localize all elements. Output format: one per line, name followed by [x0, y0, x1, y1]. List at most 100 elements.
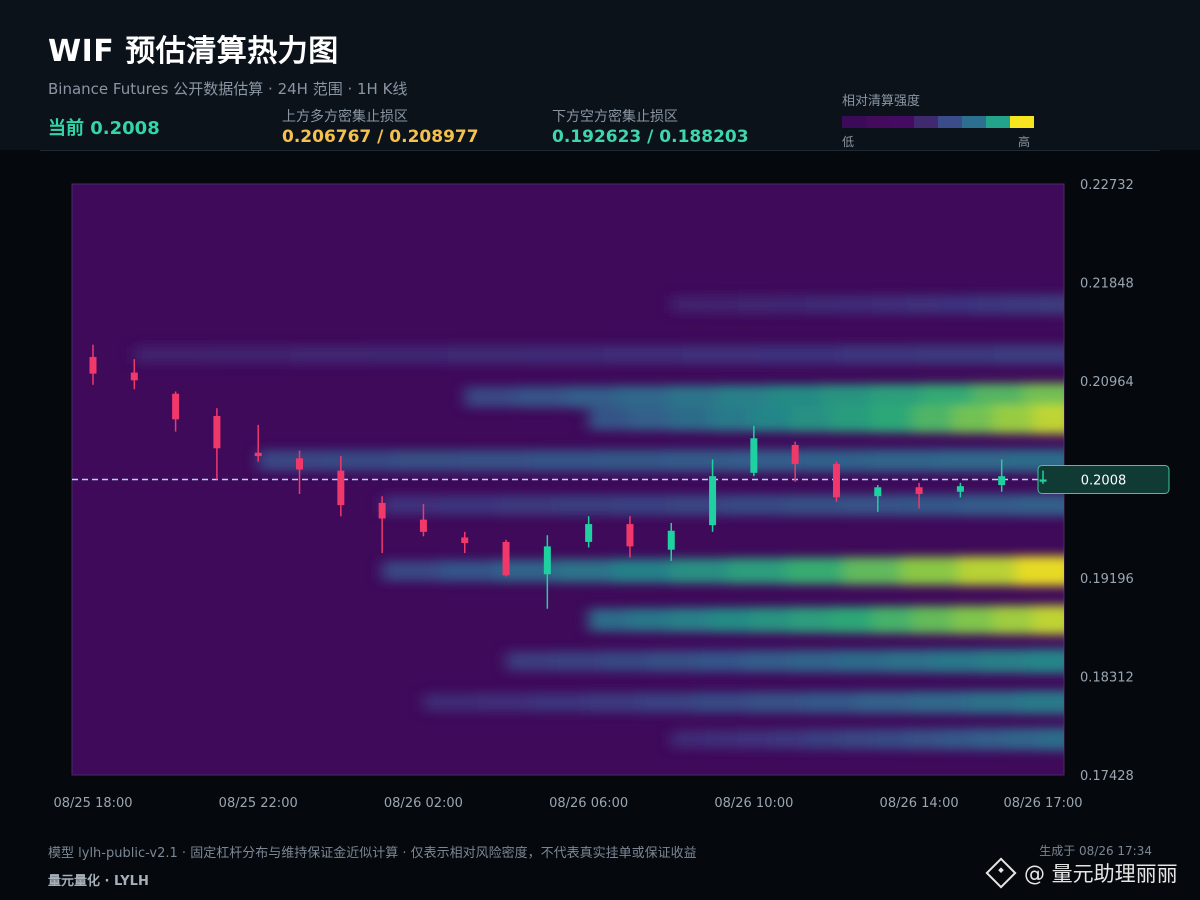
- heat-cell: [447, 345, 527, 365]
- footer-note: 模型 lylh-public-v2.1 · 固定杠杆分布与维持保证金近似计算 ·…: [48, 846, 697, 861]
- diamond-logo-icon: [985, 857, 1017, 889]
- current-price-tag-text: 0.2008: [1081, 474, 1127, 489]
- colorbar-swatch: [938, 116, 962, 128]
- heat-cell: [939, 728, 975, 751]
- heat-cell: [588, 408, 631, 431]
- y-tick-label: 0.19196: [1080, 572, 1134, 587]
- heat-cell: [667, 385, 720, 409]
- candle-body: [874, 487, 882, 497]
- x-tick-label: 08/26 02:00: [384, 796, 463, 811]
- heat-cell: [709, 407, 752, 432]
- heat-cell: [973, 728, 1008, 751]
- heat-cell: [993, 605, 1035, 635]
- heat-cell: [640, 692, 696, 713]
- heat-cell: [843, 557, 903, 585]
- header-divider: [40, 150, 1160, 151]
- heat-cell: [670, 558, 730, 584]
- heat-cell: [805, 295, 841, 314]
- colorbar-swatch: [986, 116, 1010, 128]
- heat-cell: [785, 494, 845, 516]
- heat-cell: [771, 295, 807, 314]
- heat-cell: [870, 449, 940, 472]
- heat-cell: [670, 494, 730, 516]
- heat-cell: [506, 651, 555, 672]
- heat-cell: [525, 345, 606, 365]
- heat-cell: [1033, 404, 1064, 434]
- heat-cell: [939, 294, 975, 315]
- candle-body: [626, 524, 634, 547]
- upper-zone: 上方多方密集止损区 0.206767 / 0.208977: [282, 108, 479, 148]
- colorbar-swatch: [1010, 116, 1034, 128]
- heat-cell: [671, 729, 706, 749]
- colorbar-high-label: 高: [1018, 135, 1031, 149]
- y-tick-label: 0.17428: [1080, 769, 1134, 784]
- heat-cell: [439, 495, 499, 516]
- heat-cell: [820, 384, 872, 410]
- heat-cell: [839, 295, 874, 315]
- heat-cell: [871, 606, 914, 634]
- heat-cell: [884, 649, 934, 673]
- heat-cell: [979, 649, 1028, 674]
- heat-cell: [531, 692, 588, 713]
- upper-zone-label: 上方多方密集止损区: [282, 109, 408, 125]
- colorbar: [842, 116, 1034, 128]
- heat-cell: [831, 406, 873, 433]
- heat-cell: [790, 606, 833, 633]
- heat-cell: [938, 449, 1008, 472]
- heat-cell: [1006, 727, 1042, 751]
- footer-brand: 量元量化 · LYLH: [48, 874, 149, 889]
- heat-cell: [382, 495, 441, 515]
- heat-cell: [769, 384, 822, 410]
- candle-body: [213, 415, 221, 449]
- candle-body: [461, 537, 469, 544]
- heat-cell: [952, 605, 995, 634]
- heat-cell: [612, 558, 672, 583]
- heat-cell: [1033, 605, 1064, 635]
- lower-zone-value: 0.192623 / 0.188203: [552, 127, 749, 147]
- heat-cell: [258, 450, 328, 472]
- heat-cell: [612, 494, 672, 516]
- heat-cell: [1016, 493, 1064, 517]
- heat-cell: [629, 408, 671, 431]
- colorbar-swatch: [866, 116, 890, 128]
- candle-body: [543, 546, 551, 575]
- heat-cell: [995, 344, 1064, 365]
- heat-cell: [965, 690, 1021, 714]
- heat-cell: [464, 386, 517, 408]
- heat-cell: [555, 494, 614, 516]
- heat-cell: [704, 729, 740, 749]
- colorbar-swatch: [890, 116, 914, 128]
- heat-cell: [326, 450, 396, 472]
- upper-zone-value: 0.206767 / 0.208977: [282, 127, 479, 147]
- heat-cell: [839, 728, 874, 750]
- heat-cell: [588, 608, 631, 632]
- heat-cell: [682, 344, 762, 365]
- x-tick-label: 08/25 18:00: [53, 796, 132, 811]
- heat-cell: [669, 607, 711, 632]
- candle-body: [1039, 479, 1047, 482]
- heat-cell: [952, 405, 995, 434]
- heat-cell: [738, 295, 773, 314]
- heat-cell: [912, 606, 954, 634]
- colorbar-swatch: [914, 116, 938, 128]
- candle-body: [915, 487, 923, 494]
- heat-cell: [462, 449, 532, 472]
- heat-cell: [671, 295, 706, 314]
- heat-cell: [1006, 294, 1042, 315]
- heat-cell: [805, 728, 841, 750]
- heat-cell: [586, 692, 642, 713]
- watermark: @ 量元助理丽丽: [985, 857, 1178, 889]
- heat-cell: [423, 692, 479, 712]
- heat-cell: [906, 294, 941, 315]
- candle-body: [956, 486, 964, 492]
- candle-body: [502, 541, 510, 576]
- heat-cell: [750, 407, 792, 432]
- heat-cell: [718, 385, 771, 410]
- candle-body: [254, 452, 262, 457]
- heat-cell: [973, 294, 1008, 315]
- heat-cell: [212, 345, 292, 364]
- heat-cell: [837, 649, 886, 673]
- heat-cell: [566, 385, 619, 409]
- heat-cell: [1040, 727, 1064, 751]
- heat-cell: [748, 691, 804, 714]
